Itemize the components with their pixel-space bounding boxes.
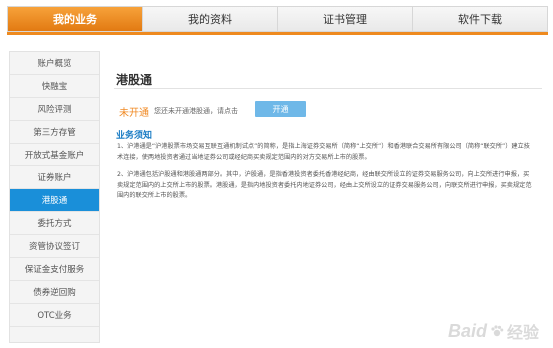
notice-paragraph-2: 2、沪港通包括沪股通和港股通两部分。其中，沪股通，是指香港投资者委托香港经纪商，… [117, 171, 532, 199]
sidebar-item-margin-payment[interactable]: 保证金支付服务 [10, 258, 99, 281]
open-button[interactable]: 开通 [255, 101, 306, 117]
sidebar-item-open-fund-account[interactable]: 开放式基金账户 [10, 143, 99, 167]
top-navigation: 我的业务 我的资料 证书管理 软件下载 [7, 6, 548, 32]
watermark: Baid 经验 [448, 319, 539, 343]
sidebar-item-third-party-custody[interactable]: 第三方存管 [10, 120, 99, 144]
sidebar-item-otc[interactable]: OTC业务 [10, 303, 99, 327]
status-label: 未开通 [119, 108, 149, 119]
sidebar: 账户概览 快融宝 风险评测 第三方存管 开放式基金账户 证券账户 港股通 委托方… [9, 51, 100, 343]
tab-certificate-management[interactable]: 证书管理 [278, 7, 413, 31]
sidebar-item-kuairongbao[interactable]: 快融宝 [10, 74, 99, 98]
notice-paragraph-1: 1、沪港通是“沪港股票市场交易互联互通机制试点”的简称，是指上海证券交易所（简称… [117, 143, 530, 161]
notice-heading: 业务须知 [116, 131, 153, 141]
tab-software-download[interactable]: 软件下载 [413, 7, 547, 31]
tab-my-business[interactable]: 我的业务 [8, 7, 143, 31]
watermark-logo: Baid [447, 320, 487, 341]
title-divider [114, 88, 542, 89]
sidebar-item-bond-reverse-repo[interactable]: 债券逆回购 [10, 280, 99, 304]
sidebar-item-securities-account[interactable]: 证券账户 [10, 166, 99, 190]
tab-underline [7, 32, 548, 35]
paw-icon [491, 325, 504, 337]
page-title: 港股通 [116, 73, 153, 87]
tab-my-profile[interactable]: 我的资料 [143, 7, 278, 31]
sidebar-item-account-overview[interactable]: 账户概览 [10, 52, 99, 75]
status-note: 您还未开通港股通，请点击 [154, 107, 238, 115]
sidebar-item-risk-assessment[interactable]: 风险评测 [10, 97, 99, 121]
watermark-suffix: 经验 [506, 323, 539, 342]
sidebar-item-asset-mgmt-agreement[interactable]: 资管协议签订 [10, 235, 99, 259]
sidebar-item-order-methods[interactable]: 委托方式 [10, 212, 99, 236]
main-panel: 港股通 未开通 您还未开通港股通，请点击 开通 业务须知 1、沪港通是“沪港股票… [107, 51, 545, 343]
sidebar-item-hk-stock-connect[interactable]: 港股通 [10, 189, 99, 213]
